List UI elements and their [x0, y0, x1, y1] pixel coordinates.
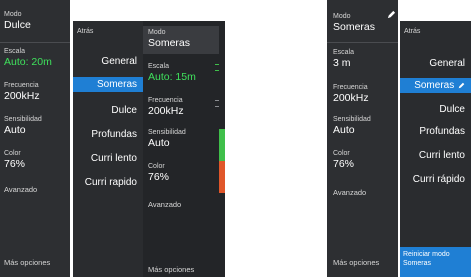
right-color-field[interactable]: Color 76%: [327, 150, 398, 170]
right-back-button[interactable]: Atrás: [404, 28, 420, 35]
overlay-range-label: Escala: [148, 63, 170, 70]
overlay-frequency-value: 200kHz: [148, 105, 184, 117]
grip-icon: [215, 100, 219, 107]
green-accent-bar: [219, 129, 225, 161]
overlay-sensitivity-label: Sensibilidad: [148, 129, 186, 136]
overlay-advanced-item[interactable]: Avanzado: [143, 201, 225, 209]
frequency-field[interactable]: Frecuencia 200kHz: [0, 82, 70, 102]
overlay-color-label: Color: [148, 163, 165, 170]
right-menu-item-curri-rapido[interactable]: Curri rápido: [413, 174, 465, 185]
right-sensitivity-field[interactable]: Sensibilidad Auto: [327, 116, 398, 136]
overlay-range-value: Auto: 15m: [148, 71, 196, 83]
frequency-label: Frecuencia: [4, 82, 39, 89]
overlay-mode-box[interactable]: Modo Someras: [143, 26, 219, 54]
frequency-value: 200kHz: [4, 90, 40, 102]
mode-field[interactable]: Modo Dulce: [0, 11, 70, 31]
reset-mode-label: Reiniciar modo Someras: [403, 251, 450, 267]
color-field[interactable]: Color 76%: [0, 150, 70, 170]
right-menu-item-dulce[interactable]: Dulce: [439, 104, 465, 115]
right-menu-item-someras[interactable]: Someras: [400, 78, 471, 93]
menu-item-dulce[interactable]: Dulce: [111, 105, 137, 116]
right-color-value: 76%: [333, 158, 355, 170]
right-range-field[interactable]: Escala 3 m: [327, 49, 398, 69]
grip-icon: [215, 64, 219, 71]
overlay-mode-label: Modo: [148, 29, 166, 36]
right-frequency-label: Frecuencia: [333, 84, 368, 91]
right-color-label: Color: [333, 150, 350, 157]
advanced-label: Avanzado: [4, 185, 38, 194]
divider: [327, 42, 398, 43]
divider: [0, 42, 70, 43]
right-more-options-button[interactable]: Más opciones: [333, 258, 379, 267]
menu-item-curri-rapido[interactable]: Curri rapido: [85, 177, 137, 188]
range-value: Auto: 20m: [4, 56, 52, 68]
pencil-icon[interactable]: [387, 10, 396, 19]
more-options-button[interactable]: Más opciones: [4, 258, 50, 267]
pencil-icon: [458, 82, 465, 89]
right-menu-item-someras-label: Someras: [414, 80, 455, 91]
overlay-sensitivity-field[interactable]: Sensibilidad Auto: [143, 129, 225, 149]
range-label: Escala: [4, 48, 26, 55]
menu-item-curri-lento[interactable]: Curri lento: [91, 153, 137, 164]
sensitivity-value: Auto: [4, 124, 26, 136]
color-value: 76%: [4, 158, 26, 170]
overlay-mode-value: Someras: [148, 37, 191, 49]
right-sensitivity-label: Sensibilidad: [333, 116, 371, 123]
menu-item-profundas[interactable]: Profundas: [91, 129, 137, 140]
overlay-sensitivity-value: Auto: [148, 137, 170, 149]
orange-accent-bar: [219, 161, 225, 193]
overlay-sidebar: Modo Someras Escala Auto: 15m Frecuencia…: [143, 21, 225, 277]
reset-mode-button[interactable]: Reiniciar modo Someras: [400, 247, 471, 277]
right-sidebar: Modo Someras Escala 3 m Frecuencia 200kH…: [327, 0, 398, 277]
color-label: Color: [4, 150, 21, 157]
right-menu-item-general[interactable]: General: [429, 58, 465, 69]
back-button[interactable]: Atrás: [77, 28, 93, 35]
right-menu-item-curri-lento[interactable]: Curri lento: [419, 150, 465, 161]
range-field[interactable]: Escala Auto: 20m: [0, 48, 70, 68]
right-frequency-field[interactable]: Frecuencia 200kHz: [327, 84, 398, 104]
overlay-frequency-label: Frecuencia: [148, 97, 183, 104]
right-sensitivity-value: Auto: [333, 124, 355, 136]
left-menu-panel: Atrás General Someras Dulce Profundas Cu…: [73, 21, 143, 277]
overlay-frequency-field[interactable]: Frecuencia 200kHz: [143, 97, 225, 117]
right-frequency-value: 200kHz: [333, 92, 369, 104]
right-menu-item-profundas[interactable]: Profundas: [419, 126, 465, 137]
mode-value: Dulce: [4, 19, 31, 31]
overlay-advanced-label: Avanzado: [148, 200, 182, 209]
overlay-color-field[interactable]: Color 76%: [143, 163, 225, 183]
overlay-color-value: 76%: [148, 171, 170, 183]
left-sidebar: Modo Dulce Escala Auto: 20m Frecuencia 2…: [0, 0, 70, 277]
overlay-range-field[interactable]: Escala Auto: 15m: [143, 63, 225, 83]
sensitivity-label: Sensibilidad: [4, 116, 42, 123]
advanced-item[interactable]: Avanzado: [0, 186, 70, 194]
right-range-value: 3 m: [333, 57, 351, 69]
overlay-more-options-button[interactable]: Más opciones: [148, 265, 194, 274]
right-advanced-item[interactable]: Avanzado: [327, 189, 398, 197]
menu-item-general[interactable]: General: [101, 56, 137, 67]
right-mode-value: Someras: [333, 21, 376, 33]
right-menu-panel: Atrás General Someras Dulce Profundas Cu…: [400, 21, 471, 277]
mode-label: Modo: [4, 11, 22, 18]
right-range-label: Escala: [333, 49, 355, 56]
sensitivity-field[interactable]: Sensibilidad Auto: [0, 116, 70, 136]
menu-item-someras[interactable]: Someras: [73, 77, 143, 92]
right-advanced-label: Avanzado: [333, 188, 367, 197]
